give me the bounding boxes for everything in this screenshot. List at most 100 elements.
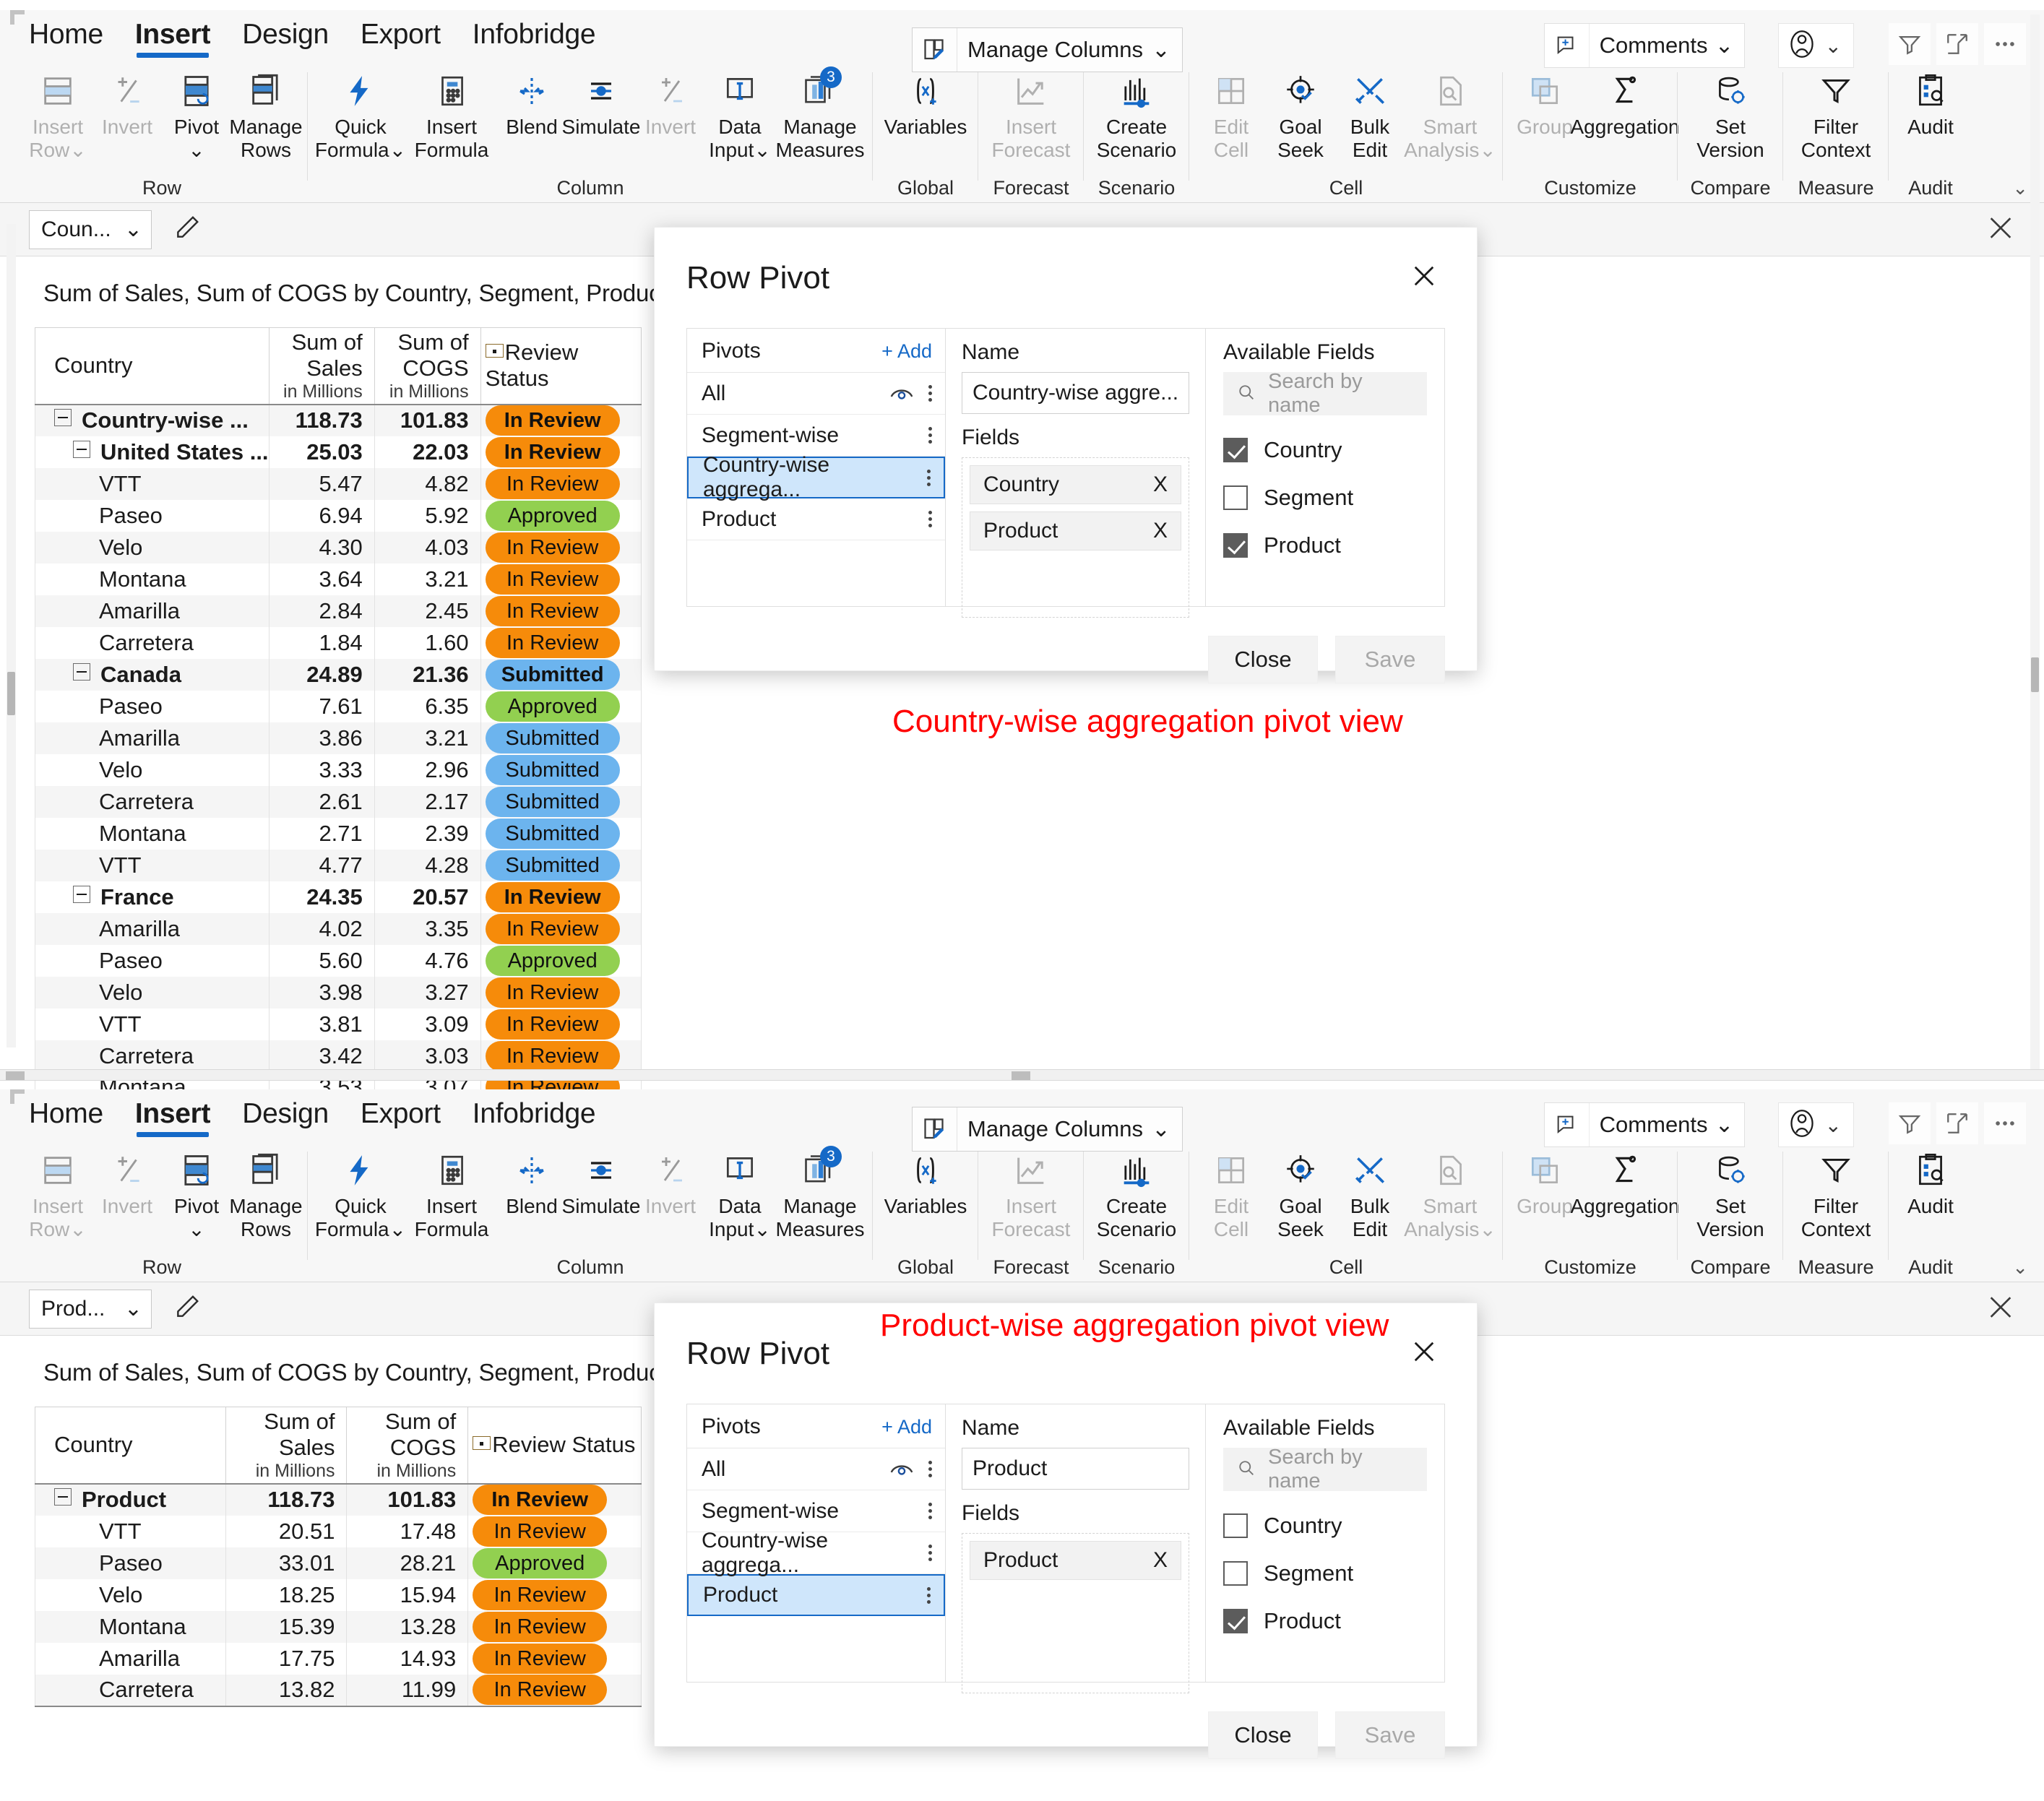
pivot-view-selector-top[interactable]: Coun... ⌄ [29,210,152,249]
ribbon-manage-measures-button[interactable]: 3 Manage Measures [775,66,866,162]
pivot-view-selector-bottom[interactable]: Prod... ⌄ [29,1289,152,1329]
ribbon-collapse-chevron-2[interactable]: ⌄ [2012,1256,2028,1279]
manage-columns-button-2[interactable]: Manage Columns ⌄ [912,1107,1183,1152]
fields-dropzone-bottom[interactable]: Product X [962,1533,1189,1693]
table-row[interactable]: Amarilla 3.86 3.21 Submitted [35,722,642,754]
row-expander-icon[interactable] [54,1488,72,1506]
table-row[interactable]: VTT 3.81 3.09 In Review [35,1008,642,1040]
row-expander-icon[interactable] [73,885,90,903]
table-row[interactable]: Canada 24.89 21.36 Submitted [35,658,642,691]
table-row[interactable]: Carretera 1.84 1.60 In Review [35,626,642,659]
table-row[interactable]: Paseo 33.01 28.21 Approved [35,1547,642,1579]
table-row[interactable]: Velo 3.98 3.27 In Review [35,976,642,1009]
eye-icon[interactable] [888,1457,915,1482]
dialog-close-icon-bottom[interactable] [1403,1334,1445,1373]
available-field-row[interactable]: Segment [1223,485,1427,511]
ribbon-blend-button-2[interactable]: Blend [497,1147,566,1218]
ribbon-audit-button[interactable]: Audit [1896,68,1965,139]
pivot-name-input-top[interactable]: Country-wise aggre... [962,372,1189,414]
ribbon-data-input-button[interactable]: Data Input⌄ [705,68,775,162]
vertical-scrollbar-right[interactable] [2030,14,2040,1069]
field-search-input-top[interactable]: Search by name [1223,370,1427,417]
dialog-save-button-bottom[interactable]: Save [1335,1711,1445,1759]
ribbon-goal-seek-button-2[interactable]: Goal Seek [1266,1147,1335,1241]
row-expander-icon[interactable] [54,409,72,426]
ribbon-insert-formula-button-2[interactable]: Insert Formula [406,1147,497,1241]
ribbon-invert-row-button[interactable]: Invert [92,68,162,139]
collapse-box-icon[interactable] [473,1436,491,1451]
table-row[interactable]: Amarilla 4.02 3.35 In Review [35,912,642,945]
ribbon-aggregation-button-2[interactable]: Aggregation [1571,1147,1680,1218]
ribbon-invert-column-button-2[interactable]: Invert [636,1147,705,1218]
ribbon-blend-button[interactable]: Blend [497,68,566,139]
tab-design-2[interactable]: Design [242,1098,329,1134]
expand-icon[interactable] [1936,1102,1978,1144]
table-row[interactable]: Country-wise ... 118.73 101.83 In Review [35,403,642,436]
table-row[interactable]: Paseo 6.94 5.92 Approved [35,499,642,532]
tab-infobridge[interactable]: Infobridge [473,19,596,55]
available-field-row[interactable]: Country [1223,1513,1427,1539]
collapse-box-icon[interactable] [485,344,504,358]
table-row[interactable]: Amarilla 2.84 2.45 In Review [35,595,642,627]
pivot-list-item[interactable]: Country-wise aggrega... [687,1529,945,1577]
ribbon-aggregation-button[interactable]: Aggregation [1571,68,1680,139]
tab-insert[interactable]: Insert [135,19,211,58]
pivot-item-menu-icon[interactable] [921,467,936,489]
pivot-list-item[interactable]: Country-wise aggrega... [687,453,945,501]
table-row[interactable]: United States ... 25.03 22.03 In Review [35,436,642,468]
more-options-icon[interactable] [1984,1102,2026,1144]
field-search-input-bottom[interactable]: Search by name [1223,1446,1427,1493]
filter-icon[interactable] [1889,23,1931,65]
table-row[interactable]: Paseo 7.61 6.35 Approved [35,690,642,722]
tab-insert-2[interactable]: Insert [135,1098,211,1137]
ribbon-bulk-edit-button-2[interactable]: Bulk Edit [1335,1147,1405,1241]
available-field-row[interactable]: Segment [1223,1560,1427,1586]
field-checkbox[interactable] [1223,1609,1248,1633]
user-account-button[interactable]: ⌄ [1777,23,1854,68]
table-row[interactable]: Montana 15.39 13.28 In Review [35,1610,642,1643]
table-row[interactable]: Montana 2.71 2.39 Submitted [35,817,642,850]
ribbon-invert-column-button[interactable]: Invert [636,68,705,139]
ribbon-smart-analysis-button-2[interactable]: Smart Analysis⌄ [1404,1147,1496,1241]
scrollbar-thumb[interactable] [7,672,15,715]
ribbon-filter-context-button[interactable]: Filter Context [1790,68,1881,162]
remove-field-icon[interactable]: X [1153,519,1168,543]
pivot-list-item[interactable]: Segment-wise [687,1490,945,1532]
dialog-save-button-top[interactable]: Save [1335,636,1445,683]
ribbon-invert-row-button-2[interactable]: Invert [92,1147,162,1218]
col-header-sales[interactable]: Sum of Sales in Millions [268,327,375,405]
ribbon-pivot-button[interactable]: Pivot ⌄ [162,68,231,162]
dialog-close-icon-top[interactable] [1403,258,1445,298]
table-row[interactable]: Amarilla 17.75 14.93 In Review [35,1642,642,1675]
dialog-close-button-bottom[interactable]: Close [1208,1711,1318,1759]
more-options-icon[interactable] [1984,23,2026,65]
manage-columns-button[interactable]: Manage Columns ⌄ [912,27,1183,72]
divider-grip[interactable] [6,1071,25,1080]
pivot-item-menu-icon[interactable] [923,1458,938,1480]
pivot-item-menu-icon[interactable] [923,1500,938,1522]
tab-infobridge-2[interactable]: Infobridge [473,1098,596,1134]
col-header-sales[interactable]: Sum of Sales in Millions [225,1407,348,1484]
col-header-review-status[interactable]: Review Status [467,1407,642,1484]
tab-export[interactable]: Export [361,19,441,55]
ribbon-insert-forecast-button[interactable]: Insert Forecast [986,68,1077,162]
ribbon-variables-button[interactable]: Variables [880,68,971,139]
ribbon-filter-context-button-2[interactable]: Filter Context [1790,1147,1881,1241]
ribbon-data-input-button-2[interactable]: Data Input⌄ [705,1147,775,1241]
ribbon-smart-analysis-button[interactable]: Smart Analysis⌄ [1404,68,1496,162]
close-view-icon-top[interactable] [1986,213,2015,246]
ribbon-set-version-button[interactable]: Set Version [1685,68,1776,162]
row-expander-icon[interactable] [73,662,90,681]
ribbon-collapse-chevron[interactable]: ⌄ [2012,177,2028,199]
pivot-name-input-bottom[interactable]: Product [962,1448,1189,1490]
table-row[interactable]: Velo 3.33 2.96 Submitted [35,753,642,786]
remove-field-icon[interactable]: X [1153,472,1168,497]
tab-export-2[interactable]: Export [361,1098,441,1134]
tab-home-2[interactable]: Home [29,1098,103,1134]
table-row[interactable]: VTT 4.77 4.28 Submitted [35,849,642,881]
pivot-item-menu-icon[interactable] [923,1542,938,1564]
field-chip[interactable]: Country X [970,465,1181,504]
col-header-review-status[interactable]: Review Status [480,327,642,405]
filter-icon[interactable] [1889,1102,1931,1144]
table-row[interactable]: Paseo 5.60 4.76 Approved [35,944,642,977]
